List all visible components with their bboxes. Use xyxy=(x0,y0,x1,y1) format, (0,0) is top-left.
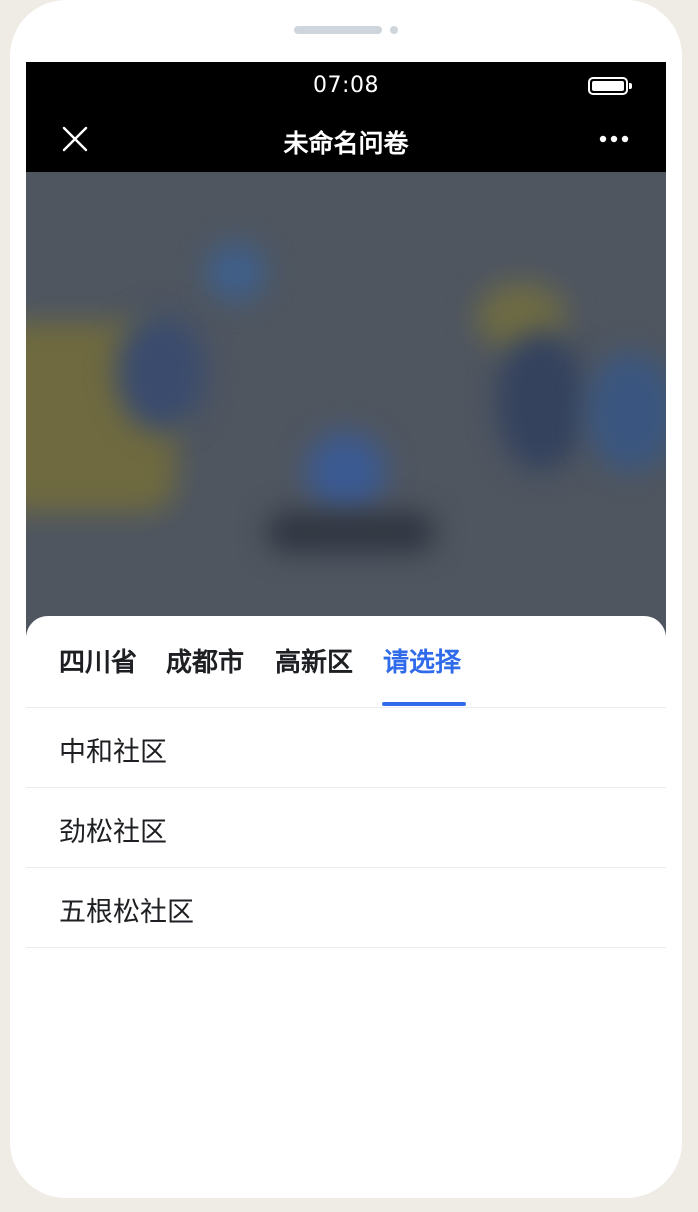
page-title: 未命名问卷 xyxy=(283,129,409,158)
list-item[interactable]: 五根松社区 xyxy=(26,868,666,948)
phone-frame: 07:08 未命名问卷 四川省 成都市 高新区 请选择 中和社区 劲松社区 五根… xyxy=(10,0,682,1198)
backdrop-blur-shape xyxy=(306,432,386,512)
list-item-label: 五根松社区 xyxy=(59,897,194,928)
battery-icon xyxy=(588,77,632,95)
list-item[interactable]: 中和社区 xyxy=(26,708,666,788)
tab-city[interactable]: 成都市 xyxy=(166,642,244,679)
backdrop-blur-shape xyxy=(586,352,666,472)
more-button[interactable] xyxy=(598,124,632,154)
list-item-label: 劲松社区 xyxy=(59,817,167,848)
screen: 07:08 未命名问卷 四川省 成都市 高新区 请选择 中和社区 劲松社区 五根… xyxy=(26,62,666,1198)
backdrop-blur-shape xyxy=(266,512,436,552)
blurred-page-backdrop xyxy=(26,172,666,642)
tab-district[interactable]: 高新区 xyxy=(275,642,353,679)
more-icon xyxy=(599,135,629,143)
phone-camera xyxy=(390,26,398,34)
nav-bar: 未命名问卷 xyxy=(26,112,666,172)
tab-community[interactable]: 请选择 xyxy=(383,642,461,679)
status-bar: 07:08 xyxy=(26,62,666,112)
phone-speaker xyxy=(294,26,382,34)
backdrop-blur-shape xyxy=(206,242,266,302)
active-tab-indicator xyxy=(382,702,466,706)
backdrop-blur-shape xyxy=(496,332,586,472)
backdrop-blur-shape xyxy=(116,312,206,432)
region-tabs: 四川省 成都市 高新区 请选择 xyxy=(26,616,666,708)
tab-province[interactable]: 四川省 xyxy=(59,642,137,679)
list-item-label: 中和社区 xyxy=(59,737,167,768)
status-time: 07:08 xyxy=(313,73,379,98)
list-item[interactable]: 劲松社区 xyxy=(26,788,666,868)
region-picker-sheet: 四川省 成都市 高新区 请选择 中和社区 劲松社区 五根松社区 xyxy=(26,616,666,1198)
